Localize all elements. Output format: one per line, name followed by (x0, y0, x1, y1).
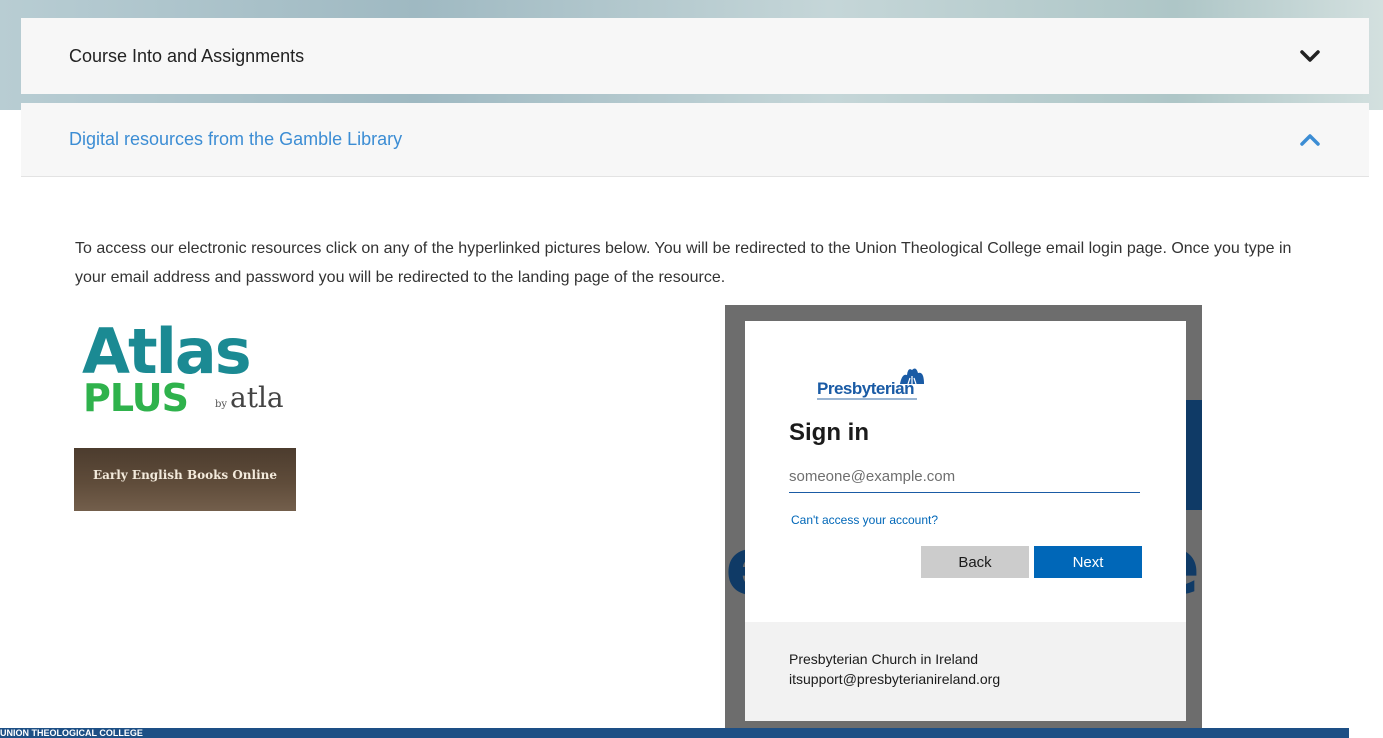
eebo-link[interactable]: Early English Books Online (74, 448, 296, 511)
intro-text: To access our electronic resources click… (75, 240, 1292, 286)
church-logo-fragment: e (1186, 520, 1202, 615)
atlas-logo-plus: PLUS (83, 376, 189, 420)
logo-underline (817, 398, 917, 400)
church-logo-fragment (1186, 400, 1202, 510)
accordion-digital-resources[interactable]: Digital resources from the Gamble Librar… (21, 103, 1369, 177)
chevron-up-icon[interactable] (1299, 133, 1321, 147)
atlas-plus-link[interactable]: Atlas PLUS by atla (82, 321, 302, 421)
login-footer: Presbyterian Church in Ireland itsupport… (745, 622, 1186, 721)
logo-text: Presbyterian (817, 379, 915, 398)
church-logo-fragment: e (725, 520, 745, 615)
email-field[interactable] (789, 461, 1140, 493)
footer-college-label: UNION THEOLOGICAL COLLEGE (0, 728, 143, 738)
footer-email: itsupport@presbyterianireland.org (789, 671, 1001, 687)
footer-org: Presbyterian Church in Ireland (789, 651, 979, 667)
back-button[interactable]: Back (921, 546, 1029, 578)
accordion-title: Course Into and Assignments (69, 45, 305, 66)
atlas-logo-by: by (215, 399, 228, 410)
presbyterian-logo: Presbyterian (817, 365, 957, 401)
atlas-logo-main: Atlas (82, 315, 252, 388)
atlas-logo-atla: atla (230, 381, 284, 414)
cant-access-link[interactable]: Can't access your account? (791, 513, 938, 527)
chevron-down-icon[interactable] (1299, 49, 1321, 63)
signin-title: Sign in (789, 419, 869, 446)
next-button[interactable]: Next (1034, 546, 1142, 578)
site-footer-bar (0, 728, 1349, 738)
accordion-title: Digital resources from the Gamble Librar… (69, 129, 403, 149)
login-dialog: Presbyterian Sign in Can't access your a… (745, 321, 1186, 721)
accordion-course-info[interactable]: Course Into and Assignments (21, 18, 1369, 94)
eebo-title: Early English Books Online (92, 468, 278, 482)
